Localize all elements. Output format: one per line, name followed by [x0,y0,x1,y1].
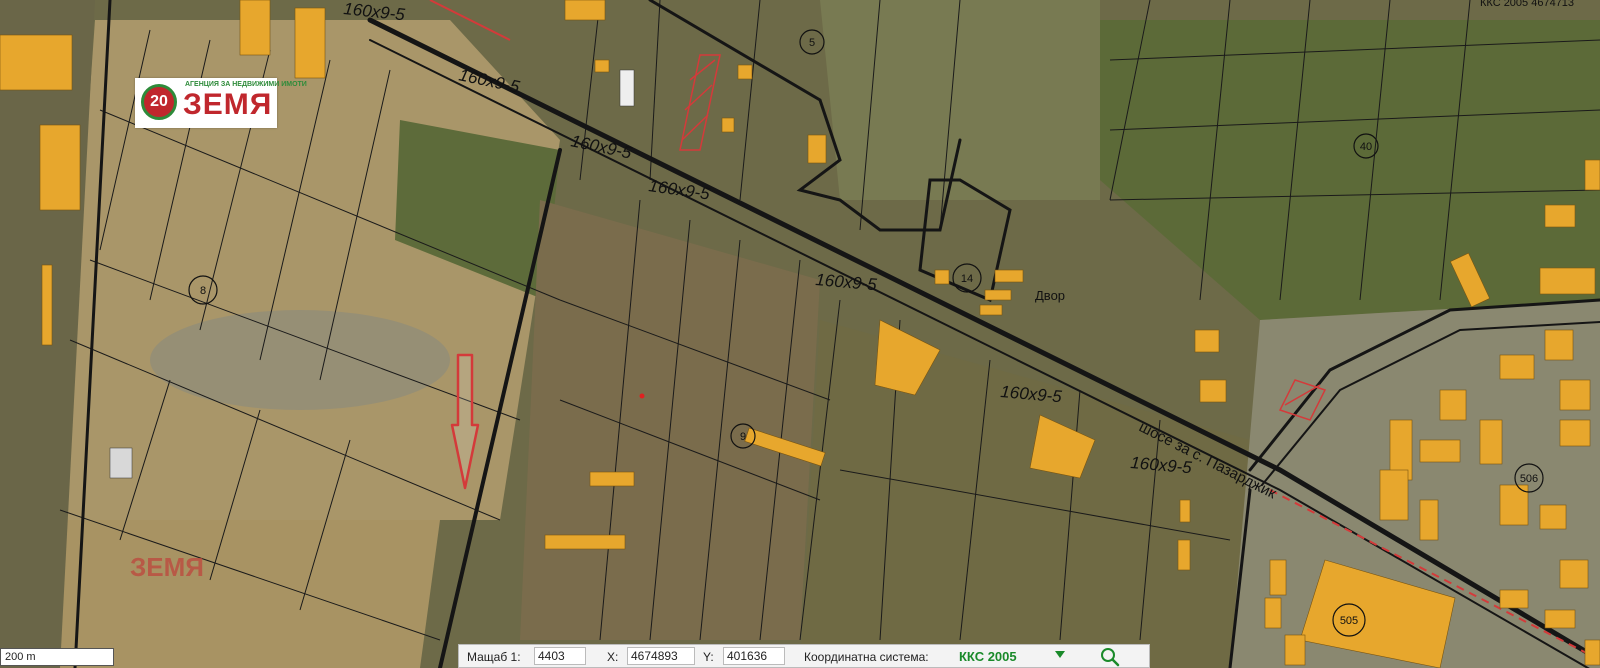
building [737,64,753,80]
building [1194,329,1220,353]
building [1539,267,1596,295]
building [1439,389,1467,421]
field-light [40,520,440,668]
place-label: Двор [1035,288,1065,303]
building [0,34,73,91]
triangle-down-icon[interactable] [1055,651,1065,658]
building [589,471,635,487]
building [721,117,735,133]
parcel-number: 505 [1340,615,1358,627]
building [41,264,53,346]
field-light [820,0,1100,200]
building [994,269,1024,283]
building [294,7,326,79]
watermark: ЗЕМЯ [130,552,204,582]
greenhouse [619,69,635,107]
parcel-number: 8 [200,285,206,297]
building [239,0,271,56]
building [1499,589,1529,609]
building [1544,329,1574,361]
x-label: X: [607,650,619,664]
scale-label: Мащаб 1: [467,650,521,664]
y-label: Y: [703,650,714,664]
building [1584,639,1600,666]
parcel-number: 506 [1520,473,1538,485]
scale-input[interactable] [534,647,586,665]
building [1269,559,1287,596]
x-coordinate-input[interactable] [627,647,695,665]
logo-badge: 20 [141,84,177,120]
greenhouse [109,447,133,479]
building [1584,159,1600,191]
building [1284,634,1306,666]
building [594,59,610,73]
red-point [639,393,645,399]
building [1479,419,1503,465]
logo-tagline: АГЕНЦИЯ ЗА НЕДВИЖИМИ ИМОТИ [185,81,307,88]
building [1419,439,1461,463]
agency-logo: 20 АГЕНЦИЯ ЗА НЕДВИЖИМИ ИМОТИ ЗЕМЯ [135,78,307,128]
building [1559,419,1591,447]
building [1544,204,1576,228]
magnifier-icon[interactable] [1099,647,1121,667]
building [1559,559,1589,589]
building [39,124,81,211]
building [1499,354,1535,380]
building [1544,609,1576,629]
building [934,269,950,285]
building [1177,539,1191,571]
field-gray-patch [150,310,450,410]
building [1559,379,1591,411]
parcel-number: 40 [1360,141,1372,153]
parcel-number: 5 [809,37,815,49]
building [1419,499,1439,541]
building [979,304,1003,316]
coordinate-system-header: ККС 2005 4674713 [1480,0,1575,9]
building [984,289,1012,301]
building [1264,597,1282,629]
building [1539,504,1567,530]
building [807,134,827,164]
building [1179,499,1191,523]
scale-bar: 200 m [0,648,114,666]
parcel-number: 9 [740,431,746,443]
building [1199,379,1227,403]
building [544,534,626,550]
coordinate-system-value[interactable]: ККС 2005 [959,649,1017,664]
parcel-number: 14 [961,273,973,285]
logo-name: ЗЕМЯ [183,88,273,121]
building [1379,469,1409,521]
coordinate-toolbar: Мащаб 1: X: Y: Координатна система: ККС … [458,644,1150,668]
building [564,0,606,21]
coordinate-system-label: Координатна система: [804,650,929,664]
y-coordinate-input[interactable] [723,647,785,665]
